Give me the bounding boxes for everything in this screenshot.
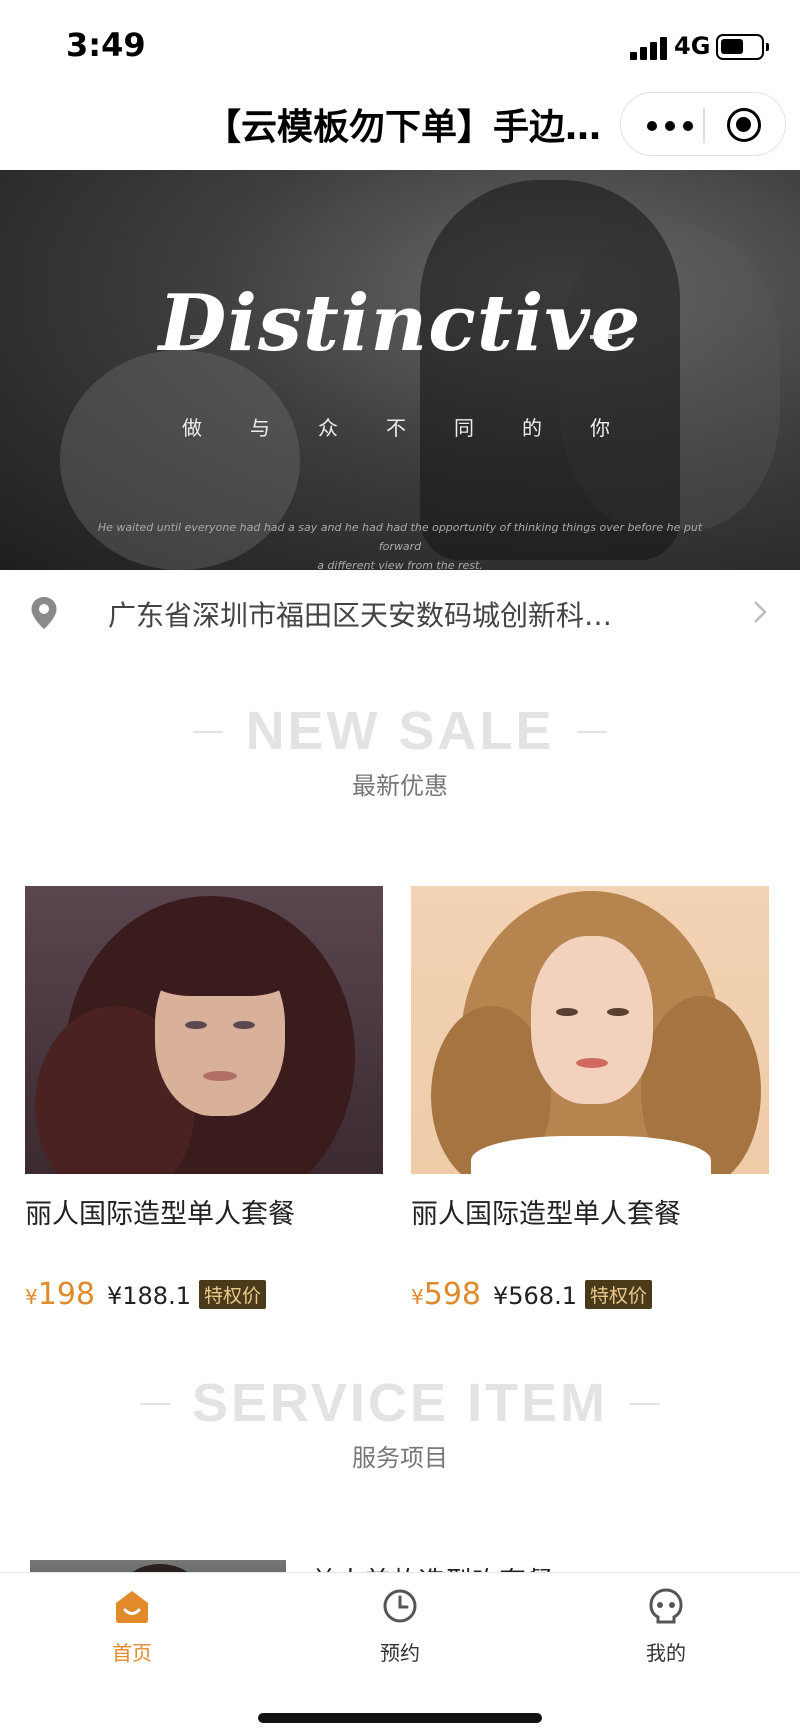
profile-icon: [649, 1588, 683, 1624]
battery-icon: [716, 34, 769, 60]
home-indicator[interactable]: [258, 1713, 542, 1723]
new-sale-title-en: NEW SALE: [193, 700, 607, 762]
tab-mine-label: 我的: [646, 1641, 686, 1665]
product-price: ¥598: [411, 1277, 481, 1312]
tab-home-label: 首页: [112, 1641, 152, 1665]
more-icon[interactable]: [645, 113, 699, 137]
mini-program-capsule: [620, 92, 786, 156]
new-sale-header: NEW SALE 最新优惠: [0, 700, 800, 801]
hero-banner[interactable]: Distinctive 做与众不同的你 He waited until ever…: [0, 170, 800, 570]
page-title: 【云模板勿下单】手边…: [205, 107, 602, 148]
status-bar: 3:49 4G: [0, 0, 800, 96]
status-time: 3:49: [66, 26, 146, 64]
network-type: 4G: [674, 32, 711, 60]
bottom-tab-bar: 首页 预约 我的: [0, 1572, 800, 1736]
product-card[interactable]: 丽人国际造型单人套餐 ¥598 ¥568.1 特权价: [411, 886, 769, 1312]
service-item-header: SERVICE ITEM 服务项目: [0, 1372, 800, 1473]
tab-home[interactable]: 首页: [72, 1587, 192, 1666]
banner-headline: Distinctive: [158, 278, 642, 369]
service-item-title-en: SERVICE ITEM: [139, 1372, 661, 1434]
location-pin-icon: [31, 597, 57, 629]
tab-mine[interactable]: 我的: [606, 1587, 726, 1666]
product-price: ¥198: [25, 1277, 95, 1312]
vip-price: ¥568.1: [493, 1282, 577, 1310]
banner-quote-line2: a different view from the rest.: [317, 559, 483, 570]
signal-icon: [630, 36, 670, 60]
store-address: 广东省深圳市福田区天安数码城创新科…: [108, 599, 613, 632]
banner-subtitle: 做与众不同的你: [182, 416, 658, 440]
clock-icon: [383, 1589, 417, 1623]
banner-quote: He waited until everyone had had a say a…: [80, 518, 720, 570]
product-name: 丽人国际造型单人套餐: [411, 1199, 681, 1230]
product-image[interactable]: [411, 886, 769, 1174]
product-image[interactable]: [25, 886, 383, 1174]
tab-booking[interactable]: 预约: [340, 1587, 460, 1666]
product-card[interactable]: 丽人国际造型单人套餐 ¥198 ¥188.1 特权价: [25, 886, 383, 1312]
tab-booking-label: 预约: [380, 1641, 420, 1665]
vip-price-badge: 特权价: [584, 1280, 652, 1309]
price-row: ¥598 ¥568.1 特权价: [411, 1277, 769, 1312]
vip-price: ¥188.1: [107, 1282, 191, 1310]
new-sale-title-cn: 最新优惠: [352, 772, 448, 800]
chevron-right-icon: [754, 601, 767, 623]
banner-quote-line1: He waited until everyone had had a say a…: [97, 521, 703, 553]
price-row: ¥198 ¥188.1 特权价: [25, 1277, 383, 1312]
close-mini-program-icon[interactable]: [727, 108, 761, 142]
capsule-divider: [703, 107, 705, 143]
store-location-row[interactable]: 广东省深圳市福田区天安数码城创新科…: [0, 570, 800, 654]
product-name: 丽人国际造型单人套餐: [25, 1199, 295, 1230]
service-item-title-cn: 服务项目: [352, 1444, 448, 1472]
home-icon: [116, 1591, 148, 1623]
vip-price-badge: 特权价: [198, 1280, 266, 1309]
